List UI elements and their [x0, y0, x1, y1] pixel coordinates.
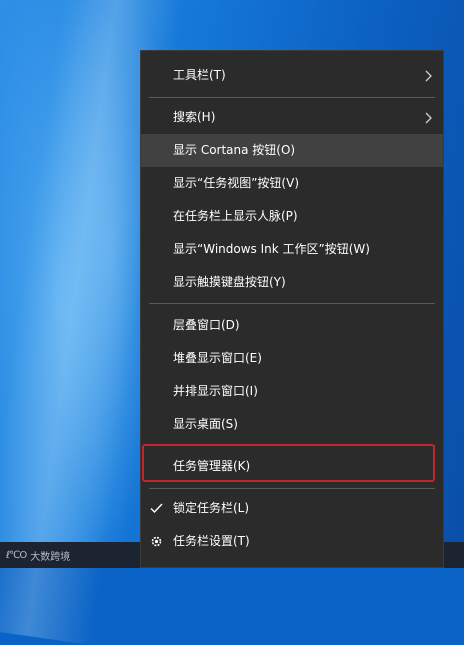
- menu-item-label: 层叠窗口(D): [173, 318, 240, 332]
- menu-item-label: 在任务栏上显示人脉(P): [173, 209, 298, 223]
- menu-item-label: 显示桌面(S): [173, 417, 238, 431]
- menu-item-cascade-windows[interactable]: 层叠窗口(D): [141, 309, 443, 342]
- menu-item-label: 工具栏(T): [173, 68, 226, 82]
- menu-item-show-cortana-button[interactable]: 显示 Cortana 按钮(O): [141, 134, 443, 167]
- menu-item-search[interactable]: 搜索(H): [141, 101, 443, 134]
- menu-item-label: 锁定任务栏(L): [173, 501, 250, 515]
- menu-separator: [149, 97, 435, 98]
- menu-item-label: 显示触摸键盘按钮(Y): [173, 275, 286, 289]
- menu-item-side-by-side-windows[interactable]: 并排显示窗口(I): [141, 375, 443, 408]
- menu-item-show-people[interactable]: 在任务栏上显示人脉(P): [141, 200, 443, 233]
- watermark-text: 大数跨境: [30, 552, 71, 563]
- menu-item-show-desktop[interactable]: 显示桌面(S): [141, 408, 443, 441]
- menu-item-label: 搜索(H): [173, 110, 216, 124]
- menu-item-toolbars[interactable]: 工具栏(T): [141, 59, 443, 92]
- chevron-right-icon: [423, 101, 435, 134]
- menu-item-label: 显示“Windows Ink 工作区”按钮(W): [173, 242, 370, 256]
- menu-item-label: 显示“任务视图”按钮(V): [173, 176, 300, 190]
- menu-item-label: 并排显示窗口(I): [173, 384, 258, 398]
- menu-item-taskbar-settings[interactable]: 任务栏设置(T): [141, 525, 443, 558]
- menu-separator: [149, 488, 435, 489]
- menu-item-show-windows-ink-button[interactable]: 显示“Windows Ink 工作区”按钮(W): [141, 233, 443, 266]
- menu-separator: [149, 303, 435, 304]
- menu-item-show-task-view-button[interactable]: 显示“任务视图”按钮(V): [141, 167, 443, 200]
- menu-item-stack-windows[interactable]: 堆叠显示窗口(E): [141, 342, 443, 375]
- menu-item-lock-taskbar[interactable]: 锁定任务栏(L): [141, 492, 443, 525]
- menu-item-label: 任务栏设置(T): [173, 534, 250, 548]
- gear-icon: [150, 525, 164, 558]
- menu-item-show-touch-keyboard-button[interactable]: 显示触摸键盘按钮(Y): [141, 266, 443, 299]
- checkmark-icon: [150, 492, 164, 525]
- highlight-box-task-manager: [142, 444, 435, 482]
- watermark: ℓ℃O 大数跨境: [6, 548, 70, 563]
- taskbar-context-menu: 工具栏(T) 搜索(H) 显示 Cortana 按钮(O) 显示“任务视图”按钮…: [140, 50, 444, 568]
- menu-item-label: 显示 Cortana 按钮(O): [173, 143, 296, 157]
- menu-item-label: 堆叠显示窗口(E): [173, 351, 262, 365]
- chevron-right-icon: [423, 59, 435, 92]
- watermark-logo: ℓ℃O: [6, 550, 27, 561]
